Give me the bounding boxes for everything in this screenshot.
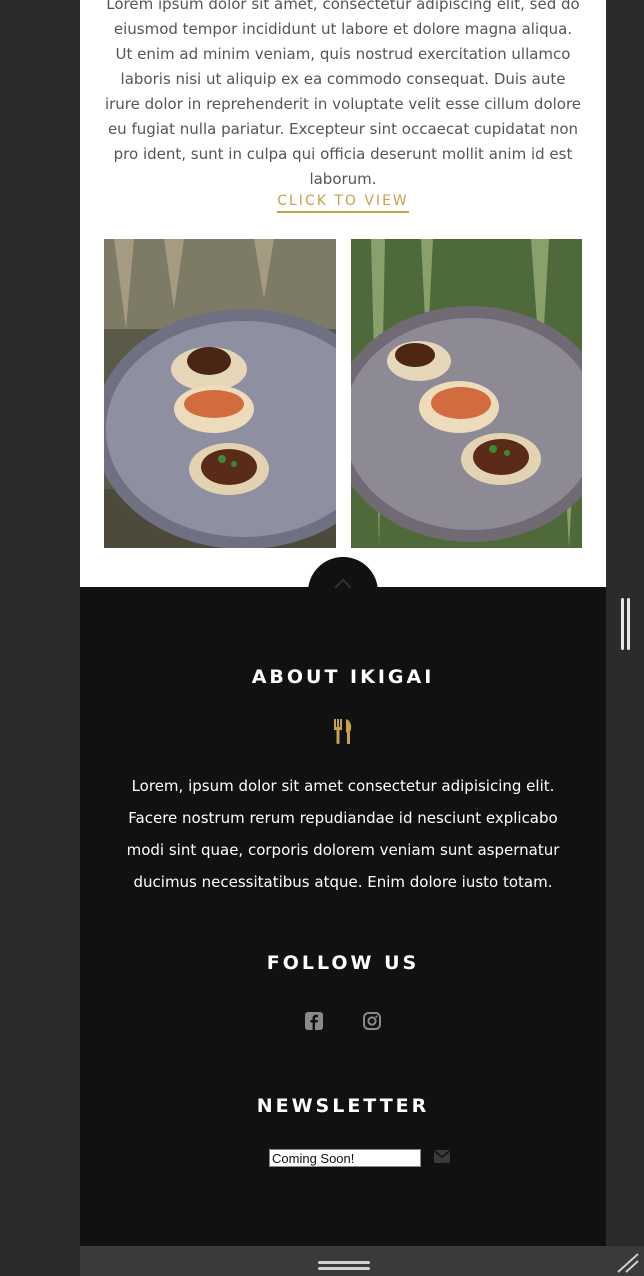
newsletter-input[interactable] (269, 1149, 421, 1167)
bottom-panel-bar (80, 1246, 644, 1276)
utensils-icon (334, 719, 352, 744)
resize-grip-icon[interactable] (614, 1250, 640, 1274)
drag-handle[interactable] (318, 1261, 370, 1273)
about-heading: ABOUT IKIGAI (251, 666, 435, 688)
follow-heading: FOLLOW US (266, 952, 420, 974)
food-photo-left (104, 239, 336, 548)
envelope-icon[interactable] (434, 1150, 450, 1163)
facebook-icon[interactable] (305, 1012, 323, 1030)
newsletter-heading: NEWSLETTER (256, 1095, 430, 1117)
content-page: Lorem ipsum dolor sit amet, consectetur … (80, 0, 606, 1246)
click-to-view-link[interactable]: CLICK TO VIEW (277, 193, 409, 213)
cta-wrapper: CLICK TO VIEW (80, 190, 606, 213)
about-paragraph: Lorem, ipsum dolor sit amet consectetur … (126, 777, 560, 891)
back-to-top-button[interactable] (308, 557, 378, 627)
intro-paragraph: Lorem ipsum dolor sit amet, consectetur … (104, 0, 582, 188)
food-photo-right (351, 239, 582, 548)
instagram-icon[interactable] (363, 1012, 381, 1030)
scrollbar-thumb[interactable] (621, 598, 631, 650)
chevron-up-icon (334, 578, 352, 596)
